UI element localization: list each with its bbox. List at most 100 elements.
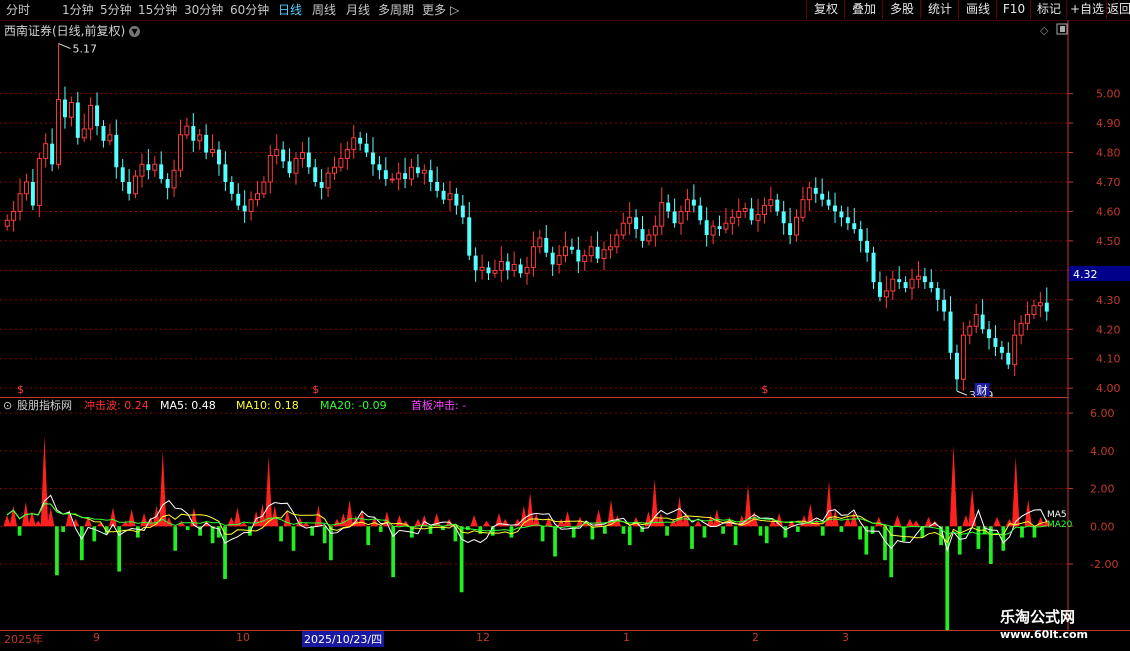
candle-body (614, 234, 620, 248)
impact-wave-bar (279, 526, 283, 542)
period-tab-weekly[interactable]: 周线 (312, 2, 336, 18)
impact-wave-spike (9, 505, 18, 527)
period-tab-monthly[interactable]: 月线 (346, 2, 370, 18)
period-tab-60min[interactable]: 60分钟 (230, 2, 269, 18)
candle-body (595, 246, 600, 259)
impact-wave-spike (594, 509, 603, 527)
period-tab-15min[interactable]: 15分钟 (138, 2, 177, 18)
candle-body (788, 223, 793, 236)
impact-wave-spike (370, 516, 379, 527)
impact-wave-spike (46, 507, 55, 527)
mark-button[interactable]: 标记 (1030, 0, 1067, 19)
candle-body (139, 163, 145, 177)
candle-body (338, 157, 344, 168)
add-watchlist-button[interactable]: +自选 (1066, 0, 1107, 19)
legend-label: MA20: (320, 399, 355, 412)
period-tab-daily[interactable]: 日线 (278, 2, 302, 18)
time-label-sep: 9 (93, 631, 100, 644)
legend-item: MA5: 0.48 (160, 399, 216, 412)
candle-body (929, 282, 934, 289)
candle-body (88, 104, 94, 130)
chevron-down-icon[interactable]: ▼ (129, 26, 141, 37)
impact-wave-spike (482, 520, 491, 527)
candle-body (473, 255, 478, 271)
candle-body (948, 311, 953, 353)
impact-wave-spike (264, 456, 273, 527)
impact-wave-spike (258, 503, 267, 527)
candle-body (17, 193, 23, 212)
candle-body (383, 170, 388, 180)
impact-wave-bar (61, 526, 66, 532)
impact-wave-bar (55, 526, 59, 576)
candle-body (1012, 334, 1018, 366)
candle-body (133, 175, 139, 195)
indicator-collapse-icon[interactable]: ⊙ (3, 399, 12, 412)
legend-label: 首板冲击: (411, 399, 459, 412)
candle-body (922, 276, 927, 283)
candle-body (954, 352, 959, 380)
candle-body (467, 217, 472, 256)
diamond-icon[interactable]: ◇ (1040, 24, 1049, 37)
candle-body (204, 134, 209, 153)
period-tab-5min[interactable]: 5分钟 (100, 2, 132, 18)
period-tab-1min[interactable]: 1分钟 (62, 2, 94, 18)
impact-wave-bar (509, 526, 514, 538)
candle-body (377, 164, 382, 171)
candle-body (223, 164, 228, 182)
time-axis (0, 630, 1130, 651)
overlay-button[interactable]: 叠加 (844, 0, 883, 19)
price-tick-label: 4.50 (1096, 235, 1121, 248)
candle-body (120, 167, 125, 182)
time-label-year: 2025年 (4, 633, 43, 646)
candle-body (428, 170, 433, 182)
price-chart[interactable]: 5.173.99$$$财 5.004.904.804.704.604.504.4… (0, 20, 1130, 398)
candle-body (684, 199, 690, 212)
candle-body (165, 179, 170, 188)
period-tab-timeshare[interactable]: 分时 (6, 2, 30, 18)
indicator-name: 股朋指标网 (17, 399, 72, 412)
candle-body (607, 246, 613, 251)
legend-value: 0.18 (270, 399, 299, 412)
period-tab-30min[interactable]: 30分钟 (184, 2, 223, 18)
price-tick-label: 4.90 (1096, 117, 1121, 130)
f10-button[interactable]: F10 (996, 0, 1031, 19)
impact-wave-spike (271, 505, 279, 527)
impact-wave-bar (1001, 526, 1006, 551)
candle-body (646, 234, 652, 242)
candle-body (107, 134, 113, 142)
period-tab-more[interactable]: 更多 (422, 2, 446, 18)
impact-wave-bar (858, 526, 862, 540)
draw-button[interactable]: 画线 (958, 0, 997, 19)
back-button[interactable]: 返回 (1106, 0, 1130, 19)
earnings-marker: 财 (977, 383, 988, 397)
cursor-date: 2025/10/23/四 (302, 631, 385, 647)
impact-wave-spike (420, 514, 429, 527)
statistics-button[interactable]: 统计 (920, 0, 959, 19)
high-pointer (58, 43, 71, 50)
legend-value: 0.24 (120, 399, 149, 412)
candle-body (588, 246, 594, 257)
candle-body (691, 199, 696, 206)
impact-wave-spike (109, 507, 117, 527)
period-tab-multi[interactable]: 多周期 (378, 2, 414, 18)
candle-body (447, 193, 453, 201)
period-toolbar: 分时 1分钟 5分钟 15分钟 30分钟 60分钟 日线 周线 月线 多周期 更… (0, 0, 1130, 21)
candle-body (415, 167, 420, 174)
candle-body (556, 255, 562, 265)
impact-wave-bar (210, 526, 215, 544)
candle-body (672, 211, 677, 224)
indicator-tick-label: 6.00 (1090, 407, 1115, 420)
multi-stock-button[interactable]: 多股 (882, 0, 921, 19)
candle-body (576, 249, 581, 262)
adjust-button[interactable]: 复权 (806, 0, 845, 19)
indicator-chart[interactable]: 6.00 4.00 2.00 0.00 -2.00 MA5 MA20 (0, 398, 1130, 630)
impact-wave-bar (764, 526, 769, 544)
candle-body (319, 181, 324, 188)
time-label-dec: 12 (476, 631, 490, 644)
candle-body (248, 199, 254, 212)
impact-wave-spike (140, 513, 148, 527)
candle-body (729, 216, 735, 224)
impact-wave-spike (657, 513, 665, 527)
candle-body (68, 101, 74, 118)
chevron-right-icon[interactable]: ▷ (450, 2, 459, 18)
